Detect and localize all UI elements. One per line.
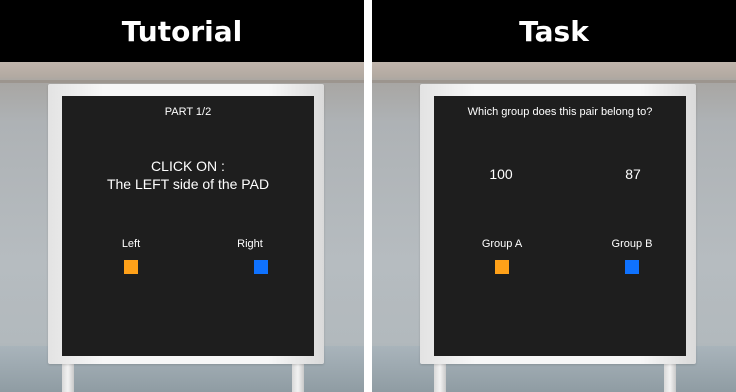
tutorial-panel: Tutorial PART 1/2 CLICK ON : The LEFT si… <box>0 0 364 392</box>
group-b-label: Group B <box>611 238 653 250</box>
task-panel: Task Which group does this pair belong t… <box>372 0 736 392</box>
group-b-button[interactable] <box>625 260 639 274</box>
group-a-button[interactable] <box>495 260 509 274</box>
vr-scene: PART 1/2 CLICK ON : The LEFT side of the… <box>0 62 364 392</box>
panel-title: Task <box>372 0 736 62</box>
ceiling-edge <box>372 80 736 83</box>
instruction-line-2: The LEFT side of the PAD <box>106 176 270 192</box>
board-screen: Which group does this pair belong to? 10… <box>434 96 686 356</box>
panel-title: Tutorial <box>0 0 364 62</box>
option-left-label: Left <box>121 238 141 250</box>
group-a-label: Group A <box>481 238 523 250</box>
part-indicator: PART 1/2 <box>164 106 212 118</box>
board-leg-right <box>664 362 676 392</box>
option-right-label: Right <box>237 238 263 250</box>
board-leg-left <box>62 362 74 392</box>
pair-value-left: 100 <box>489 166 513 182</box>
board-leg-left <box>434 362 446 392</box>
vr-scene: Which group does this pair belong to? 10… <box>372 62 736 392</box>
option-left-button[interactable] <box>124 260 138 274</box>
board-frame: Which group does this pair belong to? 10… <box>420 84 696 364</box>
board-frame: PART 1/2 CLICK ON : The LEFT side of the… <box>48 84 324 364</box>
ceiling-edge <box>0 80 364 83</box>
instruction-line-1: CLICK ON : <box>151 158 225 174</box>
board-screen: PART 1/2 CLICK ON : The LEFT side of the… <box>62 96 314 356</box>
board-leg-right <box>292 362 304 392</box>
option-right-button[interactable] <box>254 260 268 274</box>
task-question: Which group does this pair belong to? <box>467 106 653 118</box>
pair-value-right: 87 <box>625 166 641 182</box>
